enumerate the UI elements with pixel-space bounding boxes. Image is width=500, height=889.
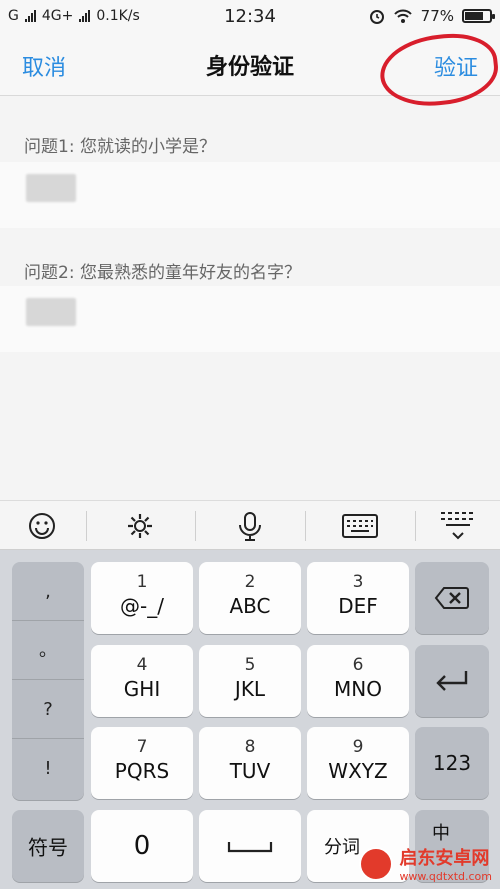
punct-question-key[interactable]: ? [12, 680, 84, 739]
punct-period-key[interactable]: 。 [12, 621, 84, 680]
battery-percent: 77% [420, 7, 454, 25]
key-9[interactable]: 9 WXYZ [307, 727, 409, 799]
question-1-label: 问题1: 您就读的小学是？ [24, 137, 216, 157]
key-7[interactable]: 7 PQRS [91, 727, 193, 799]
nav-bar: 取消 身份验证 验证 [0, 29, 500, 111]
wifi-icon [393, 9, 412, 23]
key-3[interactable]: 3 DEF [307, 562, 409, 634]
punct-comma-key[interactable]: , [12, 562, 84, 621]
backspace-key[interactable] [415, 562, 489, 634]
key-5[interactable]: 5 JKL [199, 645, 301, 717]
punct-exclaim-key[interactable]: ! [12, 739, 84, 798]
watermark: 启东安卓网 www.qdtxtd.com [359, 844, 492, 883]
question-2-label: 问题2: 您最熟悉的童年好友的名字？ [24, 263, 301, 283]
key-6[interactable]: 6 MNO [307, 645, 409, 717]
watermark-url: www.qdtxtd.com [399, 870, 492, 883]
keyboard-toolbar [0, 500, 500, 550]
keyboard: , 。 ? ! 1 @-_/ 2 ABC 3 DEF 4 GHI 5 JKL 6… [0, 500, 500, 889]
symbols-key[interactable]: 符号 [12, 810, 84, 882]
keyboard-hide-icon[interactable] [418, 501, 498, 551]
key-1[interactable]: 1 @-_/ [91, 562, 193, 634]
watermark-name: 启东安卓网 [399, 848, 490, 869]
settings-icon[interactable] [100, 501, 180, 551]
key-0[interactable]: 0 [91, 810, 193, 882]
enter-key[interactable] [415, 645, 489, 717]
key-8[interactable]: 8 TUV [199, 727, 301, 799]
answer-2-field[interactable] [0, 286, 500, 352]
battery-icon [462, 9, 495, 23]
space-icon [227, 842, 273, 853]
alarm-icon [369, 10, 384, 24]
watermark-logo-icon [359, 846, 394, 881]
status-bar: G 4G+ 0.1K/s 12:34 77% [0, 0, 500, 34]
answer-1-redacted [26, 174, 76, 202]
answer-1-field[interactable] [0, 162, 500, 228]
emoji-icon[interactable] [2, 501, 82, 551]
enter-icon [436, 671, 468, 691]
answer-2-redacted [26, 298, 76, 326]
backspace-icon [434, 587, 469, 609]
numeric-mode-key[interactable]: 123 [415, 727, 489, 799]
keyboard-icon[interactable] [320, 501, 400, 551]
key-2[interactable]: 2 ABC [199, 562, 301, 634]
microphone-icon[interactable] [210, 501, 290, 551]
page-title: 身份验证 [205, 55, 294, 80]
screen: G 4G+ 0.1K/s 12:34 77% 取消 身份验证 验证 问题1: 您… [0, 0, 500, 889]
verify-button[interactable]: 验证 [434, 50, 478, 82]
punctuation-column[interactable]: , 。 ? ! [12, 562, 84, 800]
key-4[interactable]: 4 GHI [91, 645, 193, 717]
